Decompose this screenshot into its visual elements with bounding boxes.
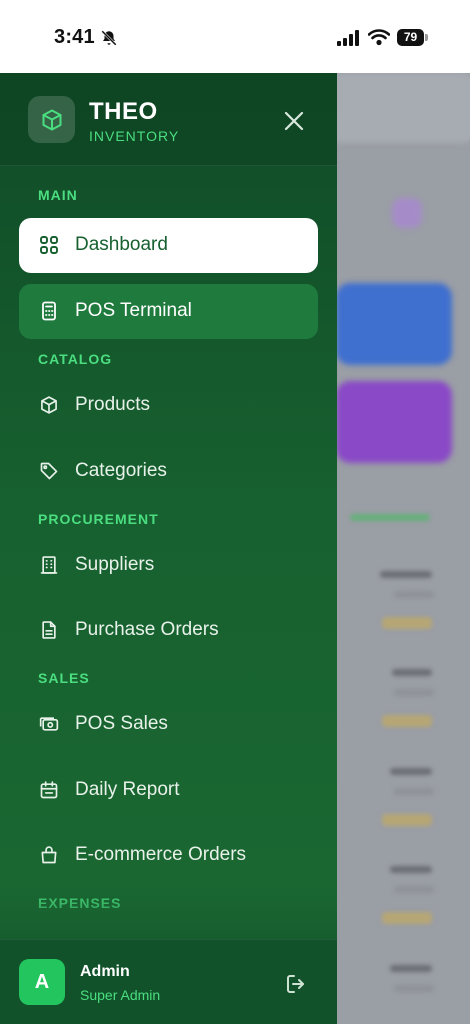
bell-muted-icon: [101, 30, 117, 46]
scroll-fade: [0, 883, 337, 939]
section-label-expenses: EXPENSES: [38, 895, 122, 911]
drawer-header: THEO INVENTORY: [0, 73, 337, 166]
close-icon: [284, 111, 304, 131]
nav-label-suppliers: Suppliers: [75, 554, 155, 575]
logout-icon: [287, 975, 304, 993]
nav-label-categories: Categories: [75, 460, 167, 481]
cash-icon: [39, 714, 59, 734]
logout-button[interactable]: [284, 972, 308, 996]
brand-logo: [28, 96, 75, 143]
tag-icon: [39, 461, 59, 481]
nav-label-pos-terminal: POS Terminal: [75, 300, 192, 321]
building-icon: [39, 555, 59, 575]
nav-item-dashboard[interactable]: Dashboard: [19, 218, 318, 273]
brand-subtitle: INVENTORY: [89, 128, 180, 144]
document-icon: [39, 620, 59, 640]
calendar-icon: [39, 780, 59, 800]
section-label-main: MAIN: [38, 187, 78, 203]
section-label-procurement: PROCUREMENT: [38, 511, 159, 527]
nav-item-ecommerce-orders[interactable]: E-commerce Orders: [19, 828, 318, 883]
section-label-sales: SALES: [38, 670, 90, 686]
battery-icon: 79: [397, 29, 428, 46]
user-role: Super Admin: [80, 987, 161, 1003]
calculator-icon: [39, 301, 59, 321]
package-icon: [39, 395, 59, 415]
shopping-bag-icon: [39, 845, 59, 865]
nav-label-ecommerce-orders: E-commerce Orders: [75, 844, 247, 865]
nav-label-purchase-orders: Purchase Orders: [75, 619, 219, 640]
nav-label-products: Products: [75, 394, 150, 415]
nav-label-daily-report: Daily Report: [75, 779, 180, 800]
nav-item-pos-sales[interactable]: POS Sales: [19, 697, 318, 752]
nav-item-products[interactable]: Products: [19, 378, 318, 433]
nav-item-pos-terminal[interactable]: POS Terminal: [19, 284, 318, 339]
drawer-footer: A Admin Super Admin: [0, 939, 337, 1024]
status-time: 3:41: [54, 26, 95, 48]
status-bar: 3:41 79: [0, 0, 470, 73]
signal-icon: [337, 30, 359, 46]
nav-item-daily-report[interactable]: Daily Report: [19, 763, 318, 818]
brand-name: THEO: [89, 98, 158, 125]
nav-label-dashboard: Dashboard: [75, 234, 168, 255]
wifi-icon: [368, 29, 390, 46]
close-drawer-button[interactable]: [280, 107, 308, 135]
user-name: Admin: [80, 963, 130, 980]
box-icon: [42, 109, 61, 130]
nav-item-suppliers[interactable]: Suppliers: [19, 538, 318, 593]
grid-icon: [39, 235, 59, 255]
navigation-drawer: THEO INVENTORY MAIN Dashboard POS Termin…: [0, 73, 337, 1024]
nav-label-pos-sales: POS Sales: [75, 713, 168, 734]
nav-item-purchase-orders[interactable]: Purchase Orders: [19, 603, 318, 658]
battery-level: 79: [397, 29, 424, 46]
background-page-overlay[interactable]: [336, 73, 470, 1024]
avatar[interactable]: A: [19, 959, 65, 1005]
nav-item-categories[interactable]: Categories: [19, 444, 318, 499]
section-label-catalog: CATALOG: [38, 351, 113, 367]
